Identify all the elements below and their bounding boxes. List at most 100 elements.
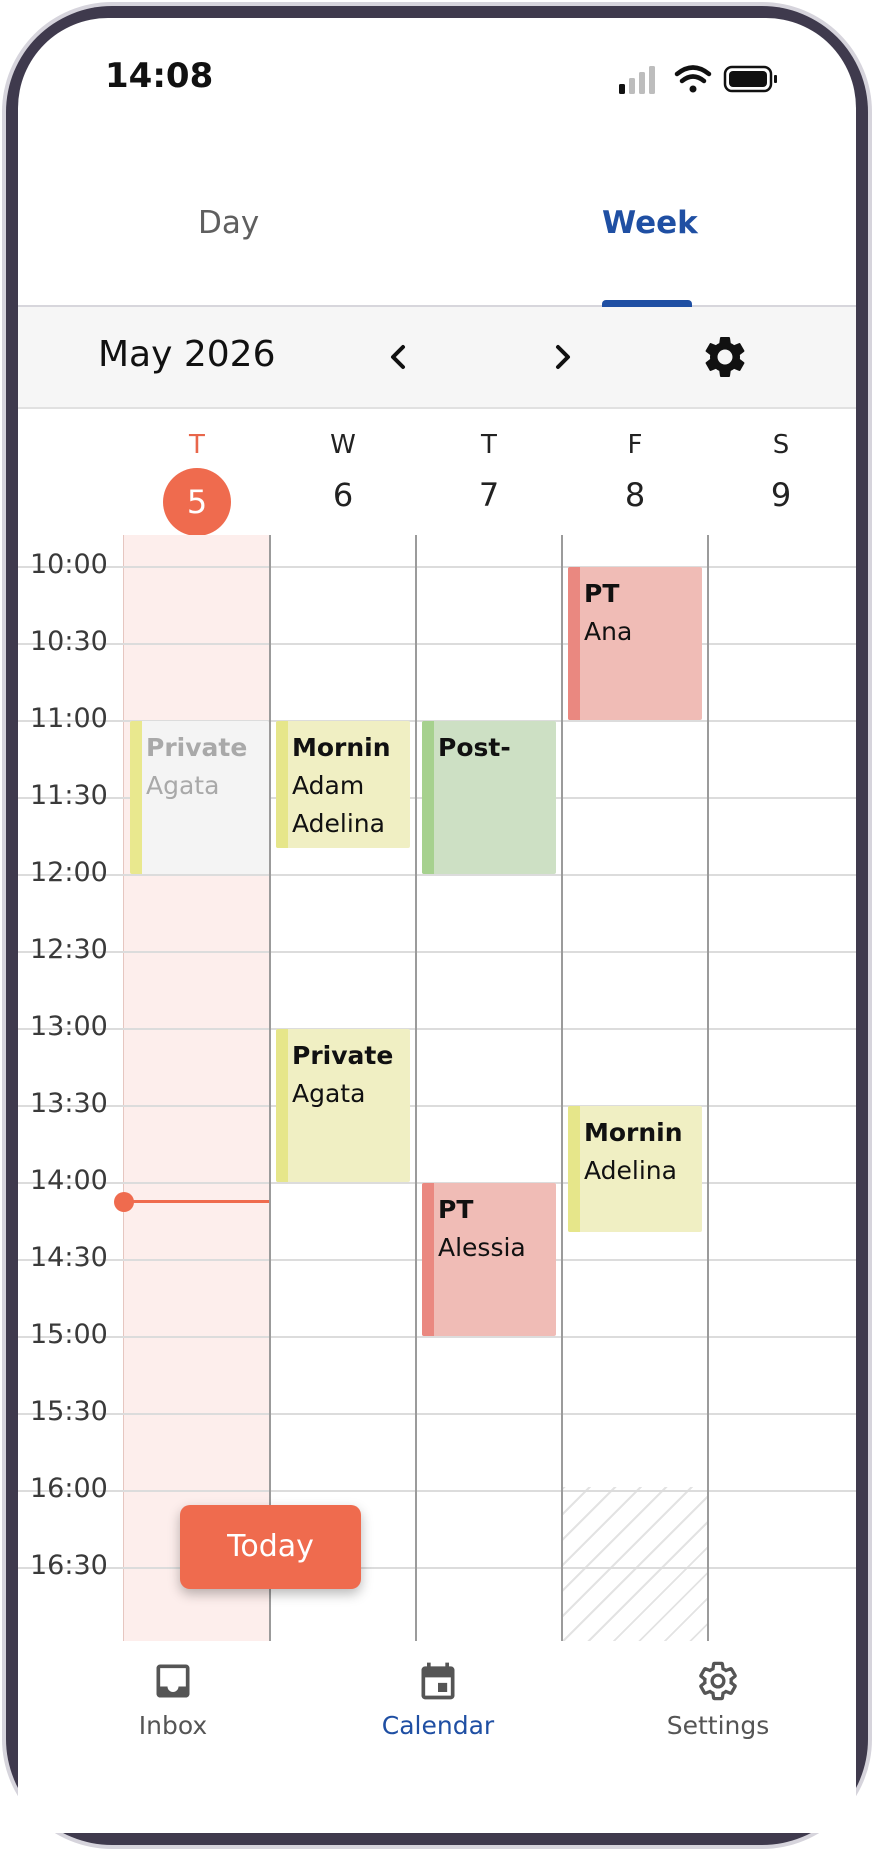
today-column-highlight [123, 535, 270, 1641]
grid-line [18, 874, 856, 876]
time-label: 16:30 [30, 1550, 108, 1581]
grid-line [18, 1105, 856, 1107]
time-label: 15:30 [30, 1396, 108, 1427]
event-attendee: Adam [292, 771, 365, 800]
day-divider [707, 535, 709, 1641]
time-label: 11:30 [30, 780, 108, 811]
time-label: 10:30 [30, 626, 108, 657]
event-title: Mornin [584, 1118, 683, 1147]
day-divider [561, 535, 563, 1641]
time-label: 13:30 [30, 1088, 108, 1119]
time-label: 12:30 [30, 934, 108, 965]
next-week-button[interactable] [538, 329, 588, 385]
time-label: 11:00 [30, 703, 108, 734]
day-header-tue[interactable]: T 5 [124, 410, 270, 536]
nav-settings[interactable]: Settings [633, 1659, 803, 1740]
day-of-week: S [772, 430, 790, 460]
nav-label: Inbox [138, 1711, 208, 1740]
grid-line [18, 951, 856, 953]
time-label: 15:00 [30, 1319, 108, 1350]
grid-line [18, 1490, 856, 1492]
event-morning-fri[interactable]: Mornin Adelina [568, 1106, 702, 1232]
battery-icon [723, 65, 777, 93]
month-title: May 2026 [98, 334, 276, 375]
status-icons [619, 65, 777, 94]
event-attendee: Adelina [584, 1156, 677, 1185]
inbox-icon [156, 1664, 190, 1698]
day-number: 7 [478, 476, 500, 514]
event-pt-alessia-thu[interactable]: PT Alessia [422, 1183, 556, 1336]
event-color-bar [568, 567, 580, 720]
nav-label: Settings [666, 1711, 770, 1740]
calendar-settings-button[interactable] [700, 332, 750, 382]
tab-week[interactable]: Week [602, 205, 698, 241]
event-private-agata-tue[interactable]: Private Agata [130, 721, 269, 874]
nav-label: Calendar [381, 1711, 495, 1740]
chevron-left-icon [391, 345, 405, 369]
event-morning-wed[interactable]: Mornin Adam Adelina [276, 721, 410, 848]
wifi-icon [674, 65, 712, 93]
grid-line [18, 1567, 856, 1569]
day-of-week: F [627, 430, 643, 460]
day-of-week: T [189, 430, 205, 460]
day-number: 6 [332, 476, 354, 514]
event-title: Post- [438, 733, 511, 762]
day-header-sat[interactable]: S 9 [708, 410, 854, 535]
status-time: 14:08 [105, 56, 214, 96]
previous-week-button[interactable] [373, 329, 423, 385]
day-of-week: T [481, 430, 497, 460]
event-color-bar [568, 1106, 580, 1232]
event-color-bar [276, 1029, 288, 1182]
event-color-bar [422, 1183, 434, 1336]
event-title: Private [146, 733, 248, 762]
time-label: 12:00 [30, 857, 108, 888]
event-color-bar [276, 721, 288, 848]
grid-line [18, 566, 856, 568]
day-header-fri[interactable]: F 8 [562, 410, 708, 535]
time-label: 16:00 [30, 1473, 108, 1504]
day-divider [269, 535, 271, 1641]
day-number: 9 [770, 476, 792, 514]
device-frame: 14:08 Day Week May 2026 T 5 W 6 T 7 F 8 … [0, 0, 874, 1851]
chevron-right-icon [556, 345, 570, 369]
event-attendee: Agata [146, 771, 220, 800]
day-header-wed[interactable]: W 6 [270, 410, 416, 535]
bottom-navigation: Inbox Calendar Settings [18, 1641, 856, 1833]
event-attendee: Alessia [438, 1233, 526, 1262]
grid-line [18, 1336, 856, 1338]
day-divider [415, 535, 417, 1641]
nav-inbox[interactable]: Inbox [88, 1659, 258, 1740]
event-title: PT [438, 1195, 474, 1224]
time-label: 13:00 [30, 1011, 108, 1042]
tab-day[interactable]: Day [198, 205, 259, 241]
time-label: 14:30 [30, 1242, 108, 1273]
current-time-dot [114, 1192, 134, 1212]
day-of-week: W [330, 430, 356, 460]
unavailable-slot [563, 1487, 709, 1641]
day-header-thu[interactable]: T 7 [416, 410, 562, 535]
event-private-agata-wed[interactable]: Private Agata [276, 1029, 410, 1182]
event-title: PT [584, 579, 620, 608]
week-grid[interactable]: 10:00 10:30 11:00 11:30 12:00 12:30 13:0… [18, 535, 856, 1641]
event-color-bar [422, 721, 434, 874]
grid-line [18, 643, 856, 645]
gear-icon [699, 1661, 737, 1701]
today-date-badge: 5 [163, 468, 231, 536]
event-color-bar [130, 721, 142, 874]
day-number: 8 [624, 476, 646, 514]
event-attendee: Adelina [292, 809, 385, 838]
nav-calendar[interactable]: Calendar [353, 1659, 523, 1740]
time-label: 14:00 [30, 1165, 108, 1196]
event-post-thu[interactable]: Post- [422, 721, 556, 874]
event-pt-ana-fri[interactable]: PT Ana [568, 567, 702, 720]
event-attendee: Ana [584, 617, 633, 646]
grid-line [18, 1028, 856, 1030]
today-button[interactable]: Today [180, 1505, 361, 1589]
current-time-line [123, 1200, 269, 1203]
grid-line [18, 1413, 856, 1415]
month-toolbar: May 2026 [18, 307, 856, 409]
time-label: 10:00 [30, 549, 108, 580]
event-attendee: Agata [292, 1079, 366, 1108]
event-title: Private [292, 1041, 394, 1070]
event-title: Mornin [292, 733, 391, 762]
